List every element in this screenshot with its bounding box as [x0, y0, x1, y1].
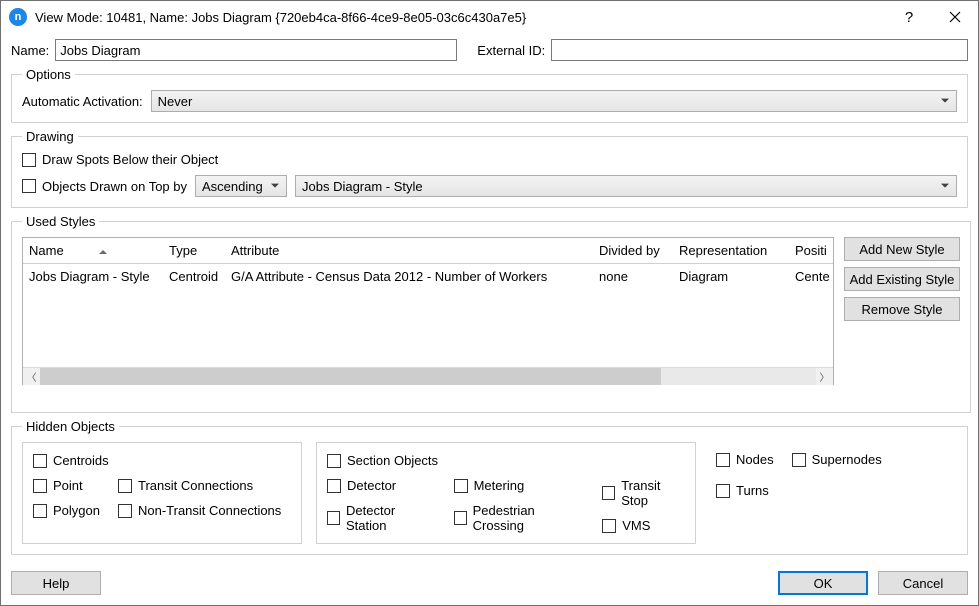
checkbox-icon	[327, 511, 340, 525]
styles-buttons: Add New Style Add Existing Style Remove …	[844, 237, 960, 385]
col-header-position[interactable]: Positi	[789, 243, 833, 258]
top-style-select[interactable]: Jobs Diagram - Style	[295, 175, 957, 197]
checkbox-icon	[602, 486, 615, 500]
col-header-name[interactable]: Name	[23, 243, 163, 258]
objects-on-top-checkbox[interactable]: Objects Drawn on Top by	[22, 179, 187, 194]
cancel-button[interactable]: Cancel	[878, 571, 968, 595]
centroids-checkbox[interactable]: Centroids	[33, 453, 291, 468]
hidden-box-sections: Section Objects Detector Detector Statio…	[316, 442, 696, 544]
checkbox-icon	[22, 179, 36, 193]
hidden-col-nodes-turns: Nodes Supernodes Turns	[710, 442, 882, 544]
cell-name: Jobs Diagram - Style	[23, 269, 163, 284]
cell-type: Centroid	[163, 269, 225, 284]
scroll-track[interactable]	[40, 368, 816, 385]
checkbox-icon	[118, 479, 132, 493]
dialog-footer: Help OK Cancel	[1, 561, 978, 605]
used-styles-legend: Used Styles	[22, 214, 99, 229]
hidden-box-centroids: Centroids Point Polygon Transit Connecti…	[22, 442, 302, 544]
hidden-objects-legend: Hidden Objects	[22, 419, 119, 434]
hidden-objects-group: Hidden Objects Centroids Point Polygon T…	[11, 419, 968, 555]
titlebar-help-button[interactable]: ?	[886, 1, 932, 33]
checkbox-icon	[327, 479, 341, 493]
styles-table[interactable]: Name Type Attribute Divided by Represent…	[22, 237, 834, 385]
options-legend: Options	[22, 67, 75, 82]
ok-button[interactable]: OK	[778, 571, 868, 595]
help-button[interactable]: Help	[11, 571, 101, 595]
styles-table-body: Jobs Diagram - Style Centroid G/A Attrib…	[23, 264, 833, 367]
draw-spots-below-checkbox[interactable]: Draw Spots Below their Object	[22, 152, 957, 167]
col-header-type[interactable]: Type	[163, 243, 225, 258]
turns-checkbox[interactable]: Turns	[716, 483, 882, 498]
dialog-content: Name: External ID: Options Automatic Act…	[1, 33, 978, 561]
scroll-thumb[interactable]	[40, 368, 661, 385]
help-icon: ?	[905, 9, 913, 26]
supernodes-checkbox[interactable]: Supernodes	[792, 452, 882, 467]
vms-checkbox[interactable]: VMS	[602, 518, 685, 533]
checkbox-icon	[792, 453, 806, 467]
drawing-legend: Drawing	[22, 129, 78, 144]
titlebar-close-button[interactable]	[932, 1, 978, 33]
remove-style-button[interactable]: Remove Style	[844, 297, 960, 321]
cell-representation: Diagram	[673, 269, 789, 284]
sort-order-value: Ascending	[202, 179, 263, 194]
checkbox-icon	[33, 454, 47, 468]
sort-order-select[interactable]: Ascending	[195, 175, 287, 197]
auto-activation-label: Automatic Activation:	[22, 94, 143, 109]
cell-attribute: G/A Attribute - Census Data 2012 - Numbe…	[225, 269, 593, 284]
scroll-left-icon[interactable]: 〈	[23, 368, 40, 385]
checkbox-icon	[716, 484, 730, 498]
cell-position: Cente	[789, 269, 833, 284]
section-objects-checkbox[interactable]: Section Objects	[327, 453, 685, 468]
nodes-checkbox[interactable]: Nodes	[716, 452, 774, 467]
checkbox-icon	[454, 511, 467, 525]
sort-asc-icon	[99, 246, 107, 254]
objects-on-top-label: Objects Drawn on Top by	[42, 179, 187, 194]
point-checkbox[interactable]: Point	[33, 478, 100, 493]
title-bar: n View Mode: 10481, Name: Jobs Diagram {…	[1, 1, 978, 33]
metering-checkbox[interactable]: Metering	[454, 478, 581, 493]
checkbox-icon	[454, 479, 468, 493]
external-id-input[interactable]	[551, 39, 968, 61]
checkbox-icon	[118, 504, 132, 518]
auto-activation-value: Never	[158, 94, 193, 109]
detector-station-checkbox[interactable]: Detector Station	[327, 503, 432, 533]
polygon-checkbox[interactable]: Polygon	[33, 503, 100, 518]
col-header-attribute[interactable]: Attribute	[225, 243, 593, 258]
checkbox-icon	[716, 453, 730, 467]
add-new-style-button[interactable]: Add New Style	[844, 237, 960, 261]
checkbox-icon	[22, 153, 36, 167]
drawing-group: Drawing Draw Spots Below their Object Ob…	[11, 129, 968, 208]
auto-activation-select[interactable]: Never	[151, 90, 957, 112]
cell-divided-by: none	[593, 269, 673, 284]
external-id-label: External ID:	[477, 43, 545, 58]
transit-stop-checkbox[interactable]: Transit Stop	[602, 478, 685, 508]
close-icon	[949, 11, 961, 23]
draw-spots-below-label: Draw Spots Below their Object	[42, 152, 218, 167]
checkbox-icon	[33, 504, 47, 518]
dialog-window: n View Mode: 10481, Name: Jobs Diagram {…	[0, 0, 979, 606]
add-existing-style-button[interactable]: Add Existing Style	[844, 267, 960, 291]
detector-checkbox[interactable]: Detector	[327, 478, 432, 493]
table-row[interactable]: Jobs Diagram - Style Centroid G/A Attrib…	[23, 264, 833, 288]
checkbox-icon	[33, 479, 47, 493]
transit-connections-checkbox[interactable]: Transit Connections	[118, 478, 281, 493]
top-style-value: Jobs Diagram - Style	[302, 179, 423, 194]
non-transit-connections-checkbox[interactable]: Non-Transit Connections	[118, 503, 281, 518]
options-group: Options Automatic Activation: Never	[11, 67, 968, 123]
name-extid-row: Name: External ID:	[11, 39, 968, 61]
checkbox-icon	[602, 519, 616, 533]
col-header-divided-by[interactable]: Divided by	[593, 243, 673, 258]
styles-table-header: Name Type Attribute Divided by Represent…	[23, 238, 833, 264]
name-label: Name:	[11, 43, 49, 58]
checkbox-icon	[327, 454, 341, 468]
app-icon: n	[9, 8, 27, 26]
name-input[interactable]	[55, 39, 457, 61]
scroll-right-icon[interactable]: 〉	[816, 368, 833, 385]
pedestrian-crossing-checkbox[interactable]: Pedestrian Crossing	[454, 503, 581, 533]
col-header-representation[interactable]: Representation	[673, 243, 789, 258]
window-title: View Mode: 10481, Name: Jobs Diagram {72…	[35, 10, 886, 25]
horizontal-scrollbar[interactable]: 〈 〉	[23, 367, 833, 384]
used-styles-group: Used Styles Name Type Attribute Divided …	[11, 214, 971, 413]
